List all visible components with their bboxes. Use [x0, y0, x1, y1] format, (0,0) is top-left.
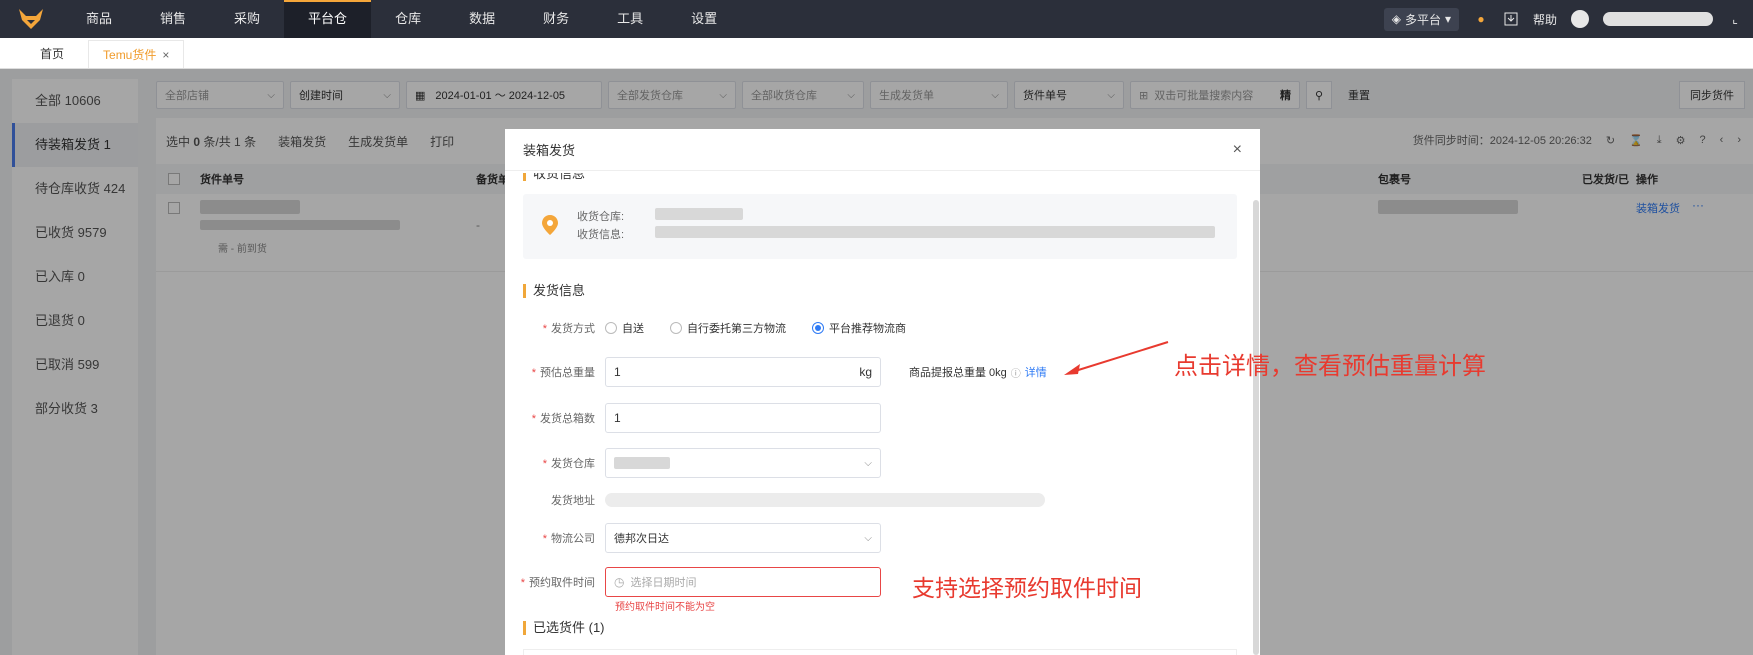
ship-warehouse-redacted	[614, 457, 670, 469]
pickup-placeholder: 选择日期时间	[630, 577, 697, 589]
detail-annotation: 点击详情，查看预估重量计算	[1174, 352, 1486, 380]
ship-method-third-party[interactable]: 自行委托第三方物流	[670, 320, 786, 336]
expand-icon[interactable]: ⌞	[1727, 11, 1743, 27]
required-mark: *	[542, 323, 547, 335]
ship-section-title: 发货信息	[523, 284, 585, 298]
ship-method-platform[interactable]: 平台推荐物流商	[812, 320, 906, 336]
layers-icon: ◈	[1391, 12, 1401, 26]
recv-warehouse-label: 收货仓库:	[577, 211, 625, 223]
notification-icon[interactable]: ●	[1473, 11, 1489, 27]
chevron-down-icon: ⌵	[864, 532, 872, 544]
multi-platform-switch[interactable]: ◈ 多平台 ▾	[1383, 7, 1459, 31]
page-tabs: 首页 Temu货件 ×	[0, 38, 1753, 69]
recv-info-label: 收货信息:	[577, 229, 625, 241]
weight-label-text: 预估总重量	[540, 367, 595, 379]
pickup-label: * 预约取件时间	[505, 574, 605, 590]
weight-detail-link[interactable]: 详情	[1025, 364, 1047, 380]
carrier-label: * 物流公司	[505, 530, 605, 546]
address-row: 发货地址	[505, 485, 1260, 515]
nav-warehouse[interactable]: 仓库	[371, 0, 445, 38]
radio-selected-icon	[812, 322, 824, 334]
weight-label: * 预估总重量	[505, 364, 605, 380]
ship-warehouse-label-text: 发货仓库	[551, 458, 595, 470]
ship-method-label: * 发货方式	[505, 320, 605, 336]
close-icon[interactable]: ×	[1233, 141, 1242, 159]
close-icon[interactable]: ×	[162, 48, 169, 62]
boxes-label-text: 发货总箱数	[540, 413, 595, 425]
carrier-label-text: 物流公司	[551, 533, 595, 545]
address-redacted	[605, 493, 1045, 507]
avatar[interactable]	[1571, 10, 1589, 28]
nav-platform-warehouse[interactable]: 平台仓	[284, 0, 372, 38]
pickup-datetime-input[interactable]: ◷ 选择日期时间	[605, 567, 881, 597]
radio-icon	[605, 322, 617, 334]
pickup-error-message: 预约取件时间不能为空	[615, 602, 715, 613]
boxes-label: * 发货总箱数	[505, 410, 605, 426]
recv-warehouse-redacted	[655, 208, 743, 220]
weight-input[interactable]: 1 kg	[605, 357, 881, 387]
selected-shipments-title: 已选货件 (1)	[523, 621, 605, 635]
nav-products[interactable]: 商品	[62, 0, 136, 38]
pickup-row: * 预约取件时间 ◷ 选择日期时间	[505, 567, 1260, 597]
ship-method-label-text: 发货方式	[551, 323, 595, 335]
dialog-header: 装箱发货 ×	[505, 129, 1260, 171]
ship-method-platform-label: 平台推荐物流商	[829, 323, 906, 335]
boxes-input[interactable]: 1	[605, 403, 881, 433]
nav-finance[interactable]: 财务	[519, 0, 593, 38]
top-navbar: 商品 销售 采购 平台仓 仓库 数据 财务 工具 设置 ◈ 多平台 ▾ ● 帮助…	[0, 0, 1753, 38]
username-redacted	[1603, 12, 1713, 26]
dialog-title: 装箱发货	[523, 143, 576, 158]
location-pin-icon	[541, 214, 559, 239]
required-mark: *	[542, 533, 547, 545]
ship-method-self-label: 自送	[622, 323, 644, 335]
ship-warehouse-row: * 发货仓库 ⌵	[505, 448, 1260, 478]
carrier-row: * 物流公司 德邦次日达 ⌵	[505, 523, 1260, 553]
required-mark: *	[531, 413, 536, 425]
nav-purchase[interactable]: 采购	[210, 0, 284, 38]
carrier-value: 德邦次日达	[614, 533, 669, 545]
required-mark: *	[531, 367, 536, 379]
tab-home[interactable]: 首页	[26, 40, 78, 68]
ship-warehouse-select[interactable]: ⌵	[605, 448, 881, 478]
ship-method-self[interactable]: 自送	[605, 320, 644, 336]
dialog-scrollbar[interactable]	[1253, 200, 1259, 655]
weight-value: 1	[614, 365, 621, 379]
boxes-value: 1	[614, 411, 621, 425]
tab-temu-label: Temu货件	[103, 48, 157, 62]
caret-down-icon: ▾	[1444, 12, 1451, 26]
red-arrow-icon	[1064, 341, 1169, 375]
tab-temu-shipments[interactable]: Temu货件 ×	[88, 40, 185, 68]
multi-platform-label: 多平台	[1404, 12, 1441, 27]
weight-unit: kg	[859, 365, 872, 379]
nav-settings[interactable]: 设置	[667, 0, 741, 38]
nav-tools[interactable]: 工具	[593, 0, 667, 38]
nav-data[interactable]: 数据	[445, 0, 519, 38]
download-icon[interactable]	[1503, 11, 1519, 27]
carrier-select[interactable]: 德邦次日达 ⌵	[605, 523, 881, 553]
chevron-down-icon: ⌵	[864, 457, 872, 469]
clock-icon: ◷	[614, 575, 625, 589]
pickup-label-text: 预约取件时间	[529, 577, 595, 589]
pickup-annotation: 支持选择预约取件时间	[912, 576, 1142, 602]
help-link[interactable]: 帮助	[1533, 11, 1557, 28]
radio-icon	[670, 322, 682, 334]
selected-shipments-table	[523, 649, 1237, 655]
ship-method-third-party-label: 自行委托第三方物流	[687, 323, 786, 335]
address-label: 发货地址	[551, 495, 595, 507]
help-circle-icon[interactable]: ⓘ	[1011, 365, 1021, 380]
nav-sales[interactable]: 销售	[136, 0, 210, 38]
weight-hint: 商品提报总重量 0kg	[909, 367, 1007, 379]
required-mark: *	[542, 458, 547, 470]
required-mark: *	[520, 577, 525, 589]
app-logo[interactable]	[0, 0, 62, 38]
pack-ship-dialog: 装箱发货 × 收货信息 收货仓库: 收货信息: 发货信息 * 发货方式 自送 自行…	[505, 129, 1260, 655]
ship-warehouse-label: * 发货仓库	[505, 455, 605, 471]
boxes-row: * 发货总箱数 1	[505, 403, 1260, 433]
recv-info-redacted	[655, 226, 1215, 238]
recv-info-box: 收货仓库: 收货信息:	[523, 194, 1237, 259]
